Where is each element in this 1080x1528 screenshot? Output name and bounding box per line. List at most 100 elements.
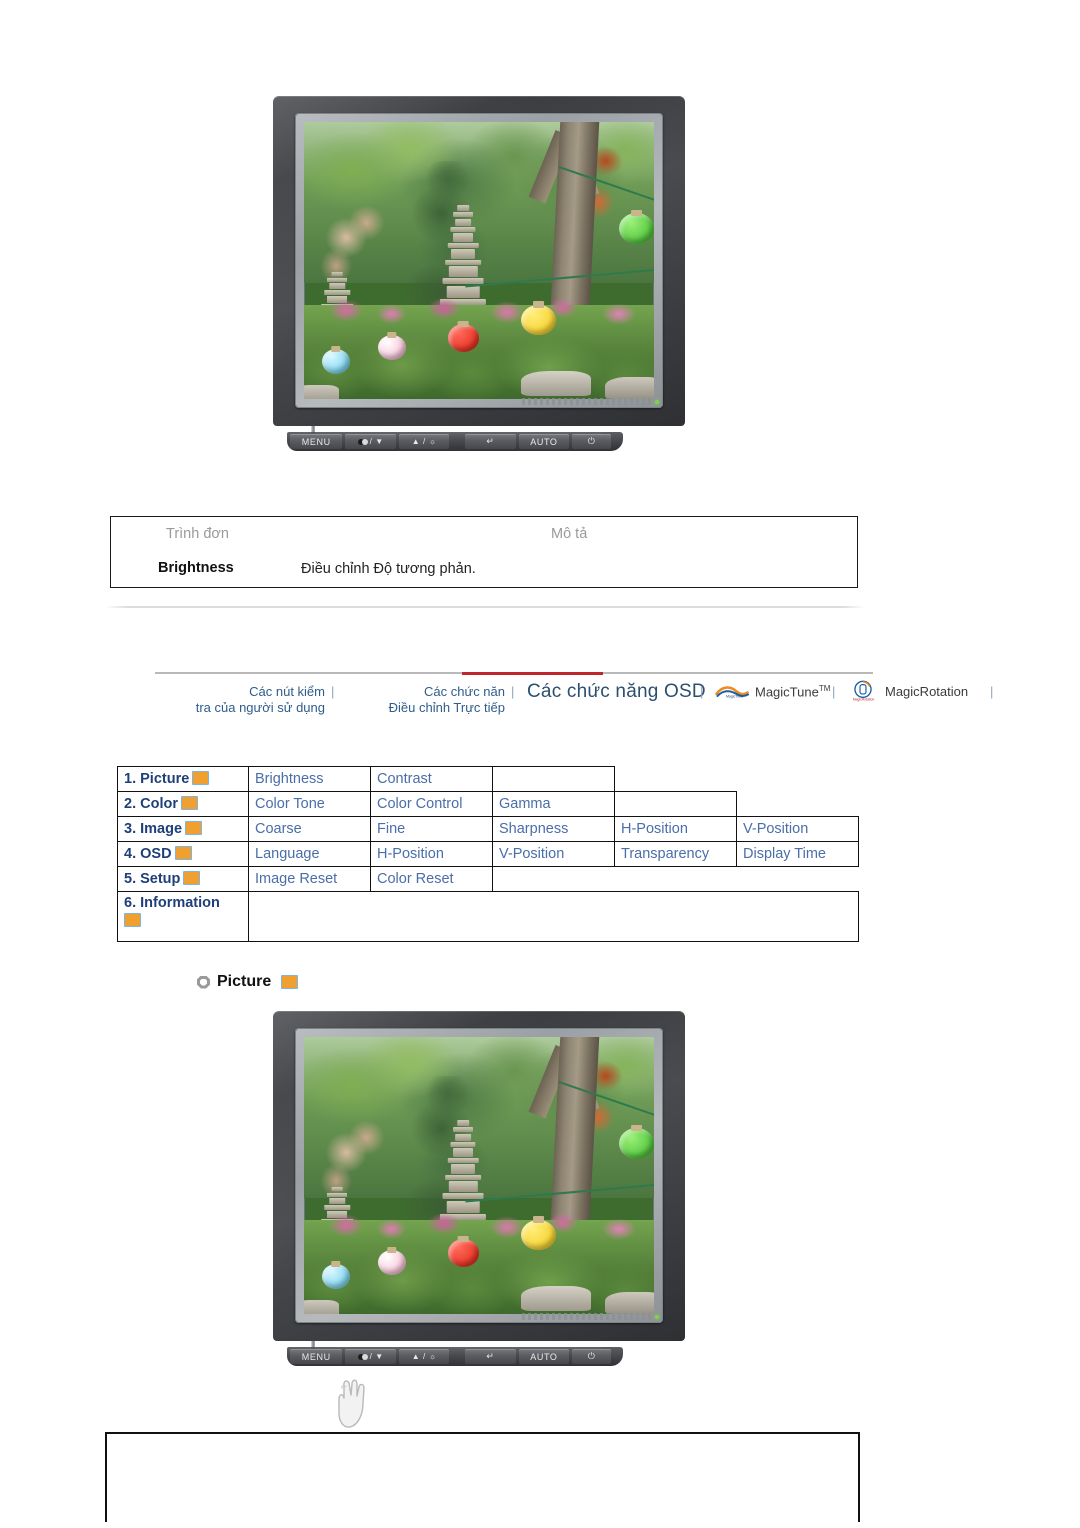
lantern-yellow	[521, 1219, 556, 1251]
osd-empty-cell	[614, 791, 737, 817]
nav-item-magictune[interactable]: MagicTuneTM	[755, 684, 830, 699]
magicbright-icon	[357, 438, 369, 446]
power-label: ⏻	[587, 436, 596, 446]
source-enter-button[interactable]: ↵	[465, 434, 516, 449]
menu-button[interactable]: MENU	[290, 1349, 343, 1364]
osd-row-image: 3. Image Coarse Fine Sharpness H-Positio…	[117, 816, 859, 842]
osd-information-empty	[248, 891, 859, 942]
power-led	[655, 1315, 659, 1319]
osd-item-fine[interactable]: Fine	[370, 816, 493, 842]
osd-empty-cell	[492, 766, 615, 792]
magictune-logo-icon: MagicTune	[715, 686, 749, 699]
control-gap	[452, 434, 462, 449]
monitor-control-bar: ||| MENU / ▼ ▲ / ☼ ↵ AUTO ⏻	[287, 425, 623, 451]
column-header-menu: Trình đơn	[166, 526, 229, 542]
table-row: Brightness Điều chỉnh Độ tương phản.	[111, 553, 857, 589]
osd-row-setup: 5. Setup Image Reset Color Reset	[117, 866, 859, 892]
osd-label-color-text: 2. Color	[124, 796, 178, 812]
osd-item-v-position[interactable]: V-Position	[492, 841, 615, 867]
osd-label-setup[interactable]: 5. Setup	[117, 866, 249, 892]
nav-item-user-control-buttons-line2: tra của người sử dụng	[195, 700, 325, 715]
osd-item-h-position[interactable]: H-Position	[614, 816, 737, 842]
table-header-row: Trình đơn Mô tả	[111, 517, 857, 553]
osd-item-image-reset[interactable]: Image Reset	[248, 866, 371, 892]
nav-item-magicrotation[interactable]: MagicRotation	[885, 684, 968, 699]
nav-item-user-control-buttons[interactable]: Các nút kiểm tra của người sử dụng	[155, 684, 325, 716]
power-label: ⏻	[587, 1351, 596, 1361]
osd-item-color-control[interactable]: Color Control	[370, 791, 493, 817]
bottom-table-frame	[105, 1432, 860, 1522]
monitor-illustration-top: ||| MENU / ▼ ▲ / ☼ ↵ AUTO ⏻	[273, 96, 685, 451]
magicbright-down-button[interactable]: / ▼	[345, 1349, 396, 1364]
nav-separator-4: |	[832, 684, 836, 699]
source-enter-button[interactable]: ↵	[465, 1349, 516, 1364]
osd-label-color[interactable]: 2. Color	[117, 791, 249, 817]
nav-item-direct-adjust[interactable]: Các chức năn Điều chỉnh Trực tiếp	[360, 684, 505, 716]
nav-active-underline	[462, 672, 603, 675]
power-button[interactable]: ⏻	[572, 1349, 611, 1364]
osd-icon	[174, 846, 192, 860]
nav-separator-5: |	[990, 684, 994, 699]
image-icon	[185, 821, 203, 835]
osd-label-information[interactable]: 6. Information	[117, 891, 249, 942]
osd-label-picture[interactable]: 1. Picture	[117, 766, 249, 792]
power-button[interactable]: ⏻	[572, 434, 611, 449]
osd-label-image-text: 3. Image	[124, 821, 183, 837]
osd-item-color-reset[interactable]: Color Reset	[370, 866, 493, 892]
bezel-branding	[522, 1313, 654, 1320]
osd-item-display-time[interactable]: Display Time	[736, 841, 859, 867]
monitor-control-bar: ||| MENU / ▼ ▲ / ☼ ↵ AUTO ⏻	[287, 1340, 623, 1366]
osd-item-contrast[interactable]: Contrast	[370, 766, 493, 792]
osd-row-picture: 1. Picture Brightness Contrast	[117, 766, 859, 792]
section-heading: Picture	[197, 973, 299, 991]
control-gap	[452, 1349, 462, 1364]
osd-item-transparency[interactable]: Transparency	[614, 841, 737, 867]
ventilation-dots: |||	[311, 425, 315, 434]
nav-item-osd-functions-label: Các chức năng OSD	[527, 681, 706, 702]
osd-label-setup-text: 5. Setup	[124, 871, 181, 887]
auto-button[interactable]: AUTO	[518, 1349, 570, 1364]
svg-text:MagicRotation: MagicRotation	[853, 697, 875, 701]
osd-row-osd: 4. OSD Language H-Position V-Position Tr…	[117, 841, 859, 867]
osd-item-h-position[interactable]: H-Position	[370, 841, 493, 867]
nav-item-magictune-label: MagicTune	[755, 684, 819, 700]
lantern-blue	[321, 1264, 350, 1290]
nav-separator-1: |	[331, 684, 335, 699]
up-brightness-button[interactable]: ▲ / ☼	[398, 434, 450, 449]
osd-item-sharpness[interactable]: Sharpness	[492, 816, 615, 842]
ventilation-dots: |||	[311, 1340, 315, 1349]
osd-label-osd[interactable]: 4. OSD	[117, 841, 249, 867]
nav-item-osd-functions[interactable]: Các chức năng OSD	[527, 681, 706, 703]
source-enter-label: ↵	[486, 436, 495, 446]
magicrotation-logo-icon: MagicRotation	[853, 680, 875, 701]
monitor-inner-bezel	[295, 1028, 663, 1323]
monitor-inner-bezel	[295, 113, 663, 408]
nav-item-direct-adjust-line1: Các chức năn	[424, 684, 505, 699]
osd-item-brightness[interactable]: Brightness	[248, 766, 371, 792]
osd-label-image[interactable]: 3. Image	[117, 816, 249, 842]
osd-item-language[interactable]: Language	[248, 841, 371, 867]
menu-button-label: MENU	[301, 436, 331, 447]
osd-row-information: 6. Information	[117, 891, 859, 942]
lantern-pink	[377, 335, 406, 361]
source-enter-label: ↵	[486, 1351, 495, 1361]
auto-button[interactable]: AUTO	[518, 434, 570, 449]
row-description: Điều chỉnh Độ tương phản.	[301, 561, 476, 577]
magicbright-down-button[interactable]: / ▼	[345, 434, 396, 449]
lantern-yellow	[521, 304, 556, 336]
auto-label: AUTO	[530, 436, 558, 447]
color-icon	[180, 796, 198, 810]
osd-item-gamma[interactable]: Gamma	[492, 791, 615, 817]
up-brightness-button[interactable]: ▲ / ☼	[398, 1349, 450, 1364]
osd-item-color-tone[interactable]: Color Tone	[248, 791, 371, 817]
osd-blank-cell	[737, 867, 859, 892]
nav-item-user-control-buttons-line1: Các nút kiểm	[249, 684, 325, 699]
lantern-red	[447, 1239, 479, 1267]
information-icon	[124, 913, 141, 927]
nav-separator-3: |	[700, 684, 704, 699]
svg-text:MagicTune: MagicTune	[726, 695, 743, 699]
menu-button[interactable]: MENU	[290, 434, 343, 449]
osd-item-coarse[interactable]: Coarse	[248, 816, 371, 842]
osd-item-v-position[interactable]: V-Position	[736, 816, 859, 842]
monitor-screen	[304, 122, 654, 399]
